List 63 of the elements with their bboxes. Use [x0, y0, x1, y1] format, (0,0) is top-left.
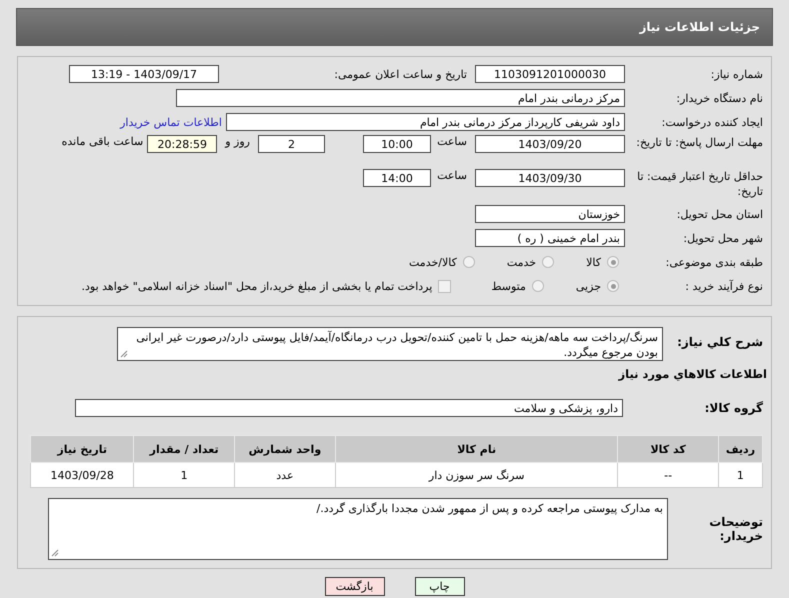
- field-label: ساعت: [436, 135, 468, 148]
- time-field: 14:00: [363, 169, 431, 187]
- radio-button[interactable]: [607, 280, 619, 292]
- goods-group-field: دارو، پزشکی و سلامت: [75, 399, 623, 417]
- page-title: جزئیات اطلاعات نیاز: [639, 20, 760, 34]
- resize-grip-icon[interactable]: [51, 549, 59, 557]
- field-label: طبقه بندی موضوعی:: [664, 256, 764, 268]
- buyer-notes-field[interactable]: به مدارک پیوستی مراجعه کرده و پس از ممهور شدن مجددا بارگذاری گردد./: [48, 498, 668, 560]
- province-field: خوزستان: [475, 205, 625, 223]
- radio-button[interactable]: [607, 256, 619, 268]
- need-number-field: 1103091201000030: [475, 65, 625, 83]
- remaining-time-field: 20:28:59: [147, 135, 218, 153]
- field-label: شرح کلي نیاز:: [676, 334, 764, 349]
- field-label: روز و: [224, 135, 251, 148]
- field-label: نام دستگاه خریدار:: [675, 92, 764, 104]
- field-label: ساعت: [436, 169, 468, 182]
- radio-label: کالا/خدمت: [409, 256, 457, 268]
- table-cell: 1: [134, 462, 234, 488]
- column-header: واحد شمارش: [234, 436, 336, 462]
- radio-label: خدمت: [506, 256, 536, 268]
- city-field: بندر امام خمینی ( ره ): [475, 229, 625, 247]
- table-cell: سرنگ سر سوزن دار: [335, 462, 618, 488]
- field-label: شماره نیاز:: [710, 68, 764, 80]
- time-field: 10:00: [363, 135, 431, 153]
- date-field: 1403/09/30: [475, 169, 625, 187]
- resize-grip-icon[interactable]: [120, 350, 128, 358]
- table-cell: 1403/09/28: [30, 462, 134, 488]
- description-field[interactable]: سرنگ/پرداخت سه ماهه/هزینه حمل با تامین کننده/تحویل درب درمانگاه/آیمد/فایل پیوستی دارد/درصورت غیر ایرانی بودن مرجوع میگردد.: [117, 327, 663, 361]
- field-label: گروه کالا:: [704, 401, 764, 415]
- contact-link[interactable]: اطلاعات تماس خریدار: [120, 116, 226, 128]
- print-button[interactable]: چاپ: [414, 577, 464, 596]
- checkbox[interactable]: [438, 280, 452, 292]
- radio-button[interactable]: [542, 256, 554, 268]
- buyer-org-field: مرکز درمانی بندر امام: [176, 89, 625, 107]
- back-button[interactable]: بازگشت: [324, 577, 384, 596]
- table-cell: عدد: [234, 462, 336, 488]
- table-cell: 1: [718, 462, 762, 488]
- field-label: ایجاد کننده درخواست:: [660, 116, 764, 128]
- field-label: مهلت ارسال پاسخ: تا تاریخ:: [635, 135, 764, 150]
- radio-button[interactable]: [462, 256, 475, 268]
- column-header: ردیف: [718, 436, 762, 462]
- date-field: 1403/09/20: [475, 135, 625, 153]
- announce-date-field: 1403/09/17 - 13:19: [69, 65, 219, 83]
- field-label: تاریخ و ساعت اعلان عمومی:: [333, 68, 468, 80]
- radio-label: متوسط: [491, 280, 526, 292]
- radio-button[interactable]: [532, 280, 544, 292]
- field-label: حداقل تاریخ اعتبار قیمت: تا تاریخ:: [636, 169, 764, 199]
- section-heading: اطلاعات کالاهاي مورد نياز: [618, 367, 768, 381]
- field-label: نوع فرآیند خرید :: [684, 280, 764, 292]
- days-field: 2: [258, 135, 325, 153]
- field-label: شهر محل تحویل:: [682, 232, 764, 244]
- column-header: نام کالا: [335, 436, 618, 462]
- field-label: استان محل تحویل:: [676, 208, 764, 220]
- column-header: کد کالا: [618, 436, 718, 462]
- checkbox-label: پرداخت تمام یا بخشی از مبلغ خرید،از محل "اسناد خزانه اسلامی" خواهد بود.: [82, 280, 432, 292]
- radio-label: کالا: [586, 256, 601, 268]
- column-header: تاریخ نیاز: [30, 436, 134, 462]
- field-label: ساعت باقی مانده: [60, 135, 144, 148]
- field-label: توضیحات خریدار:: [708, 515, 764, 543]
- requester-field: داود شریفی کارپرداز مرکز درمانی بندر امام: [226, 113, 625, 131]
- column-header: تعداد / مقدار: [134, 436, 234, 462]
- table-cell: --: [618, 462, 718, 488]
- radio-label: جزیی: [576, 280, 601, 292]
